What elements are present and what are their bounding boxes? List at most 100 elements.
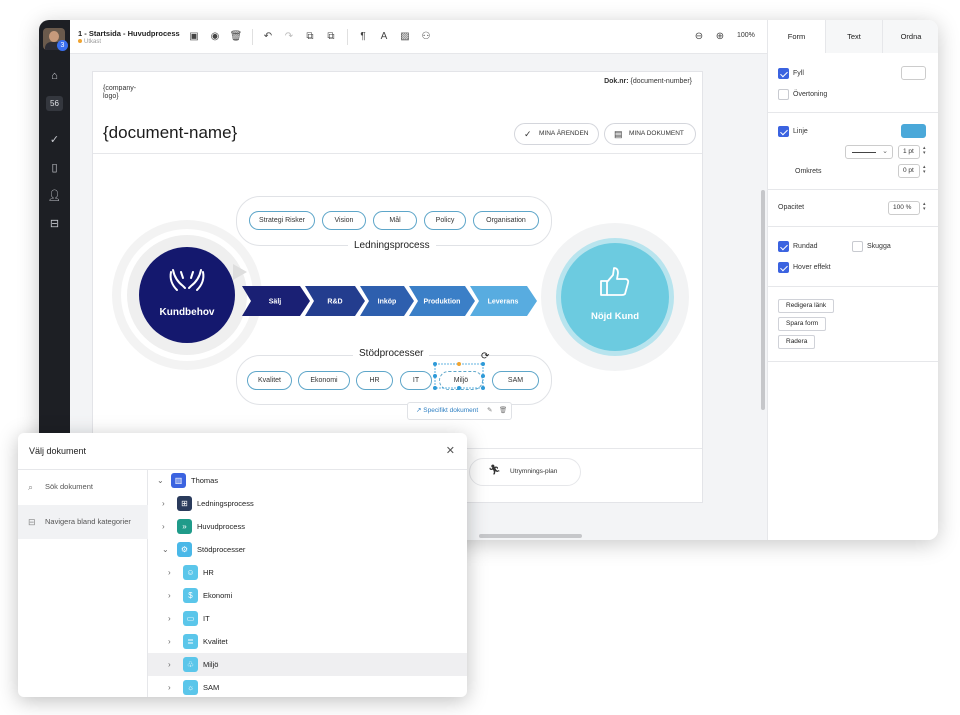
- nojd-kund-circle[interactable]: [561, 243, 669, 351]
- zoom-level[interactable]: 100%: [737, 32, 755, 39]
- redigera-lank-button[interactable]: Redigera länk: [778, 299, 835, 313]
- tree-row-hr[interactable]: › ☺ HR: [148, 561, 467, 584]
- zoom-out-icon[interactable]: ⊖: [692, 30, 706, 44]
- overtoning-checkbox[interactable]: [778, 89, 789, 100]
- kundbehov-label: Kundbehov: [160, 307, 215, 318]
- chevron-right-icon[interactable]: ›: [168, 561, 171, 584]
- tree-row-miljo[interactable]: › ♧ Miljö: [148, 653, 467, 676]
- gear-icon: ⚙: [177, 542, 192, 557]
- doc-status-text: Utkast: [84, 39, 102, 45]
- fyll-checkbox[interactable]: [778, 68, 789, 79]
- linje-checkbox[interactable]: [778, 126, 789, 137]
- tree-label-kvalitet: Kvalitet: [203, 637, 228, 646]
- tree-label-hr: HR: [203, 568, 214, 577]
- layer-up-icon[interactable]: ⧉: [303, 30, 317, 44]
- tree-row-stodprocesser[interactable]: ⌄ ⚙ Stödprocesser: [148, 538, 467, 561]
- chevron-right-icon[interactable]: ›: [168, 630, 171, 653]
- effects-section: Rundad Skugga Hover effekt: [768, 227, 938, 287]
- edit-icon[interactable]: ✎: [487, 403, 492, 419]
- horizontal-scrollbar[interactable]: [479, 534, 582, 538]
- line-color-swatch[interactable]: [901, 124, 926, 138]
- layer-down-icon[interactable]: ⧉: [324, 30, 338, 44]
- close-icon[interactable]: ✕: [446, 444, 455, 457]
- vertical-scrollbar[interactable]: [761, 190, 765, 410]
- kundbehov-circle[interactable]: [139, 247, 235, 343]
- tree-label-ledningsprocess: Ledningsprocess: [197, 499, 254, 508]
- doc-title: 1 - Startsida - Huvudprocess: [78, 29, 180, 38]
- chevron-right-icon[interactable]: ›: [168, 653, 171, 676]
- tree-row-ledningsprocess[interactable]: › ⊞ Ledningsprocess: [148, 492, 467, 515]
- search-documents[interactable]: ⌕ Sök dokument: [18, 470, 148, 504]
- tree-row-huvudprocess[interactable]: › » Huvudprocess: [148, 515, 467, 538]
- tab-form[interactable]: Form: [768, 20, 825, 53]
- briefcase-icon[interactable]: ⊟: [39, 217, 70, 230]
- toolbar: 1 - Startsida - Huvudprocess Utkast ▣ ◉ …: [70, 20, 767, 54]
- selection-handles[interactable]: ⟳: [431, 347, 491, 397]
- document-icon[interactable]: ▯: [39, 161, 70, 174]
- specifikt-dokument-link[interactable]: Specifikt dokument: [423, 407, 478, 414]
- chevron-down-icon[interactable]: ⌄: [162, 538, 169, 561]
- count-badge[interactable]: 56: [46, 96, 63, 111]
- tree-row-kvalitet[interactable]: › ≣ Kvalitet: [148, 630, 467, 653]
- home-icon[interactable]: ⌂: [39, 70, 70, 82]
- navigate-label: Navigera bland kategorier: [45, 517, 131, 526]
- eye-icon[interactable]: ◉: [208, 30, 222, 44]
- shapes-icon[interactable]: ⚇: [419, 30, 433, 44]
- save-icon[interactable]: ▣: [187, 30, 201, 44]
- tree-row-it[interactable]: › ▭ IT: [148, 607, 467, 630]
- line-style-select[interactable]: ⌄: [845, 145, 893, 159]
- selection-toolbar: ↗ Specifikt dokument ✎ 🗑︎: [407, 402, 512, 420]
- undo-icon[interactable]: ↶: [261, 30, 275, 44]
- chevron-down-icon[interactable]: ⌄: [157, 469, 164, 492]
- tree-label-ekonomi: Ekonomi: [203, 591, 233, 600]
- paragraph-icon[interactable]: ¶: [356, 30, 370, 44]
- radera-button[interactable]: Radera: [778, 335, 816, 349]
- tree-label-it: IT: [203, 614, 210, 623]
- hover-checkbox[interactable]: [778, 262, 789, 273]
- utrymningsplan-label: Utrymnings-plan: [510, 468, 558, 475]
- search-label: Sök dokument: [45, 482, 93, 491]
- chevron-right-icon[interactable]: ›: [162, 492, 165, 515]
- mina-dokument-label: MINA DOKUMENT: [629, 130, 684, 137]
- skugga-label: Skugga: [867, 243, 891, 250]
- external-link-icon[interactable]: ↗: [416, 407, 421, 414]
- rundad-checkbox[interactable]: [778, 241, 789, 252]
- line-width-stepper[interactable]: ▴ ▾: [923, 146, 926, 156]
- omkrets-stepper[interactable]: ▴ ▾: [923, 165, 926, 175]
- skugga-checkbox[interactable]: [852, 241, 863, 252]
- chevron-rd-label: R&D: [327, 299, 342, 306]
- tab-text[interactable]: Text: [825, 20, 882, 53]
- fill-color-swatch[interactable]: [901, 66, 926, 80]
- actions-section: Redigera länk Spara form Radera: [768, 287, 938, 362]
- tree-row-thomas[interactable]: ⌄ ▥ Thomas: [148, 469, 467, 492]
- line-section: Linje ⌄ 1 pt ▴ ▾ Omkrets 0 pt ▴ ▾: [768, 113, 938, 190]
- chevron-right-icon[interactable]: ›: [168, 676, 171, 697]
- mina-dokument-button[interactable]: ▤ MINA DOKUMENT: [604, 123, 696, 145]
- omkrets-input[interactable]: 0 pt: [898, 164, 920, 178]
- spara-form-button[interactable]: Spara form: [778, 317, 827, 331]
- opacitet-stepper[interactable]: ▴ ▾: [923, 202, 926, 212]
- mina-arenden-button[interactable]: ✓ MINA ÄRENDEN: [514, 123, 599, 145]
- zoom-in-icon[interactable]: ⊕: [713, 30, 727, 44]
- text-icon[interactable]: A: [377, 30, 391, 44]
- image-icon[interactable]: ▨: [398, 30, 412, 44]
- redo-icon[interactable]: ↷: [282, 30, 296, 44]
- tab-ordna[interactable]: Ordna: [882, 20, 938, 53]
- tree-row-ekonomi[interactable]: › $ Ekonomi: [148, 584, 467, 607]
- check-icon[interactable]: ✓: [39, 133, 70, 146]
- tree-row-sam[interactable]: › ☼ SAM: [148, 676, 467, 697]
- chevron-right-icon[interactable]: ›: [168, 607, 171, 630]
- trash-icon[interactable]: 🗑︎: [499, 403, 507, 419]
- opacitet-input[interactable]: 100 %: [888, 201, 920, 215]
- chevron-right-icon[interactable]: ›: [168, 584, 171, 607]
- chevron-down-icon: ⌄: [882, 148, 888, 155]
- doc-number: Dok.nr: {document-number}: [604, 78, 692, 85]
- user-icon[interactable]: 👤︎: [39, 189, 70, 202]
- utrymningsplan-pill[interactable]: 🏃︎ Utrymnings-plan: [469, 458, 581, 486]
- chevron-salj-label: Sälj: [269, 299, 282, 306]
- navigate-categories[interactable]: ⊟ Navigera bland kategorier: [18, 505, 148, 539]
- chevron-right-icon[interactable]: ›: [162, 515, 165, 538]
- line-width-input[interactable]: 1 pt: [898, 145, 920, 159]
- monitor-icon: ▭: [183, 611, 198, 626]
- trash-icon[interactable]: 🗑︎: [229, 30, 243, 44]
